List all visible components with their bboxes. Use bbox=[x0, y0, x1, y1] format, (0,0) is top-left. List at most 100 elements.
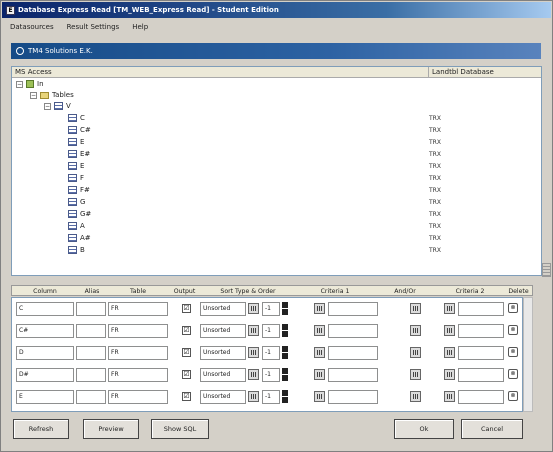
sort-builder-button[interactable] bbox=[248, 391, 259, 402]
datasource-tree[interactable]: MS Access Landtbl Database − In − Tables… bbox=[11, 66, 542, 276]
criteria1-builder-button[interactable] bbox=[314, 391, 325, 402]
output-checkbox[interactable]: ☑ bbox=[182, 370, 191, 379]
column-field[interactable]: C# bbox=[16, 324, 74, 338]
criteria2-field[interactable] bbox=[458, 302, 504, 316]
criteria2-field[interactable] bbox=[458, 324, 504, 338]
output-checkbox[interactable]: ☑ bbox=[182, 348, 191, 357]
sort-builder-button[interactable] bbox=[248, 325, 259, 336]
andor-builder-button[interactable] bbox=[410, 391, 421, 402]
criteria1-builder-button[interactable] bbox=[314, 325, 325, 336]
alias-field[interactable] bbox=[76, 302, 106, 316]
tree-item[interactable]: C# bbox=[68, 125, 91, 135]
criteria1-field[interactable] bbox=[328, 324, 378, 338]
collapse-icon[interactable]: − bbox=[30, 91, 37, 99]
tree-root-node[interactable]: − In bbox=[16, 79, 44, 89]
criteria1-builder-button[interactable] bbox=[314, 347, 325, 358]
sort-type-select[interactable]: Unsorted bbox=[200, 324, 246, 338]
delete-row-button[interactable]: ⊗ bbox=[508, 303, 518, 313]
sort-order-spinner[interactable] bbox=[282, 390, 288, 403]
sort-builder-button[interactable] bbox=[248, 303, 259, 314]
alias-field[interactable] bbox=[76, 346, 106, 360]
criteria1-field[interactable] bbox=[328, 368, 378, 382]
sort-order-field[interactable]: -1 bbox=[262, 346, 280, 360]
menu-help[interactable]: Help bbox=[129, 21, 151, 33]
sort-builder-button[interactable] bbox=[248, 369, 259, 380]
criteria2-builder-button[interactable] bbox=[444, 347, 455, 358]
sort-builder-button[interactable] bbox=[248, 347, 259, 358]
table-field[interactable]: FR bbox=[108, 302, 168, 316]
tree-item-value: TRX bbox=[429, 223, 441, 230]
criteria1-field[interactable] bbox=[328, 390, 378, 404]
output-checkbox[interactable]: ☑ bbox=[182, 304, 191, 313]
criteria2-builder-button[interactable] bbox=[444, 369, 455, 380]
cancel-button[interactable]: Cancel bbox=[461, 419, 523, 439]
sort-type-select[interactable]: Unsorted bbox=[200, 390, 246, 404]
tree-item[interactable]: F bbox=[68, 173, 84, 183]
andor-builder-button[interactable] bbox=[410, 303, 421, 314]
sort-type-select[interactable]: Unsorted bbox=[200, 346, 246, 360]
criteria2-builder-button[interactable] bbox=[444, 325, 455, 336]
menu-result-settings[interactable]: Result Settings bbox=[64, 21, 123, 33]
column-field[interactable]: D# bbox=[16, 368, 74, 382]
preview-button[interactable]: Preview bbox=[83, 419, 139, 439]
criteria2-field[interactable] bbox=[458, 368, 504, 382]
criteria2-builder-button[interactable] bbox=[444, 303, 455, 314]
criteria2-field[interactable] bbox=[458, 390, 504, 404]
tree-sub-node[interactable]: − V bbox=[44, 101, 71, 111]
tree-item[interactable]: G# bbox=[68, 209, 91, 219]
column-field[interactable]: C bbox=[16, 302, 74, 316]
delete-row-button[interactable]: ⊗ bbox=[508, 347, 518, 357]
tree-item[interactable]: F# bbox=[68, 185, 90, 195]
output-checkbox[interactable]: ☑ bbox=[182, 326, 191, 335]
alias-field[interactable] bbox=[76, 390, 106, 404]
tree-item[interactable]: E# bbox=[68, 149, 90, 159]
output-checkbox[interactable]: ☑ bbox=[182, 392, 191, 401]
tree-item[interactable]: A# bbox=[68, 233, 91, 243]
sort-type-select[interactable]: Unsorted bbox=[200, 302, 246, 316]
menu-datasources[interactable]: Datasources bbox=[7, 21, 57, 33]
table-field[interactable]: FR bbox=[108, 346, 168, 360]
andor-builder-button[interactable] bbox=[410, 369, 421, 380]
tree-item[interactable]: E bbox=[68, 137, 84, 147]
sort-order-spinner[interactable] bbox=[282, 346, 288, 359]
tree-item[interactable]: E bbox=[68, 161, 84, 171]
grid-scrollbar[interactable] bbox=[523, 297, 533, 412]
tree-item[interactable]: A bbox=[68, 221, 85, 231]
alias-field[interactable] bbox=[76, 324, 106, 338]
criteria1-builder-button[interactable] bbox=[314, 303, 325, 314]
criteria2-builder-button[interactable] bbox=[444, 391, 455, 402]
table-field[interactable]: FR bbox=[108, 368, 168, 382]
delete-row-button[interactable]: ⊗ bbox=[508, 391, 518, 401]
sort-order-spinner[interactable] bbox=[282, 302, 288, 315]
sort-order-field[interactable]: -1 bbox=[262, 368, 280, 382]
sort-order-field[interactable]: -1 bbox=[262, 324, 280, 338]
collapse-icon[interactable]: − bbox=[16, 80, 23, 88]
sort-order-field[interactable]: -1 bbox=[262, 390, 280, 404]
delete-row-button[interactable]: ⊗ bbox=[508, 325, 518, 335]
collapse-icon[interactable]: − bbox=[44, 102, 51, 110]
sort-order-spinner[interactable] bbox=[282, 324, 288, 337]
tree-item[interactable]: G bbox=[68, 197, 85, 207]
column-field[interactable]: D bbox=[16, 346, 74, 360]
sort-type-select[interactable]: Unsorted bbox=[200, 368, 246, 382]
sort-order-field[interactable]: -1 bbox=[262, 302, 280, 316]
splitter-grip[interactable] bbox=[542, 263, 551, 277]
tree-tables-node[interactable]: − Tables bbox=[30, 90, 74, 100]
andor-builder-button[interactable] bbox=[410, 325, 421, 336]
criteria1-field[interactable] bbox=[328, 346, 378, 360]
sort-order-spinner[interactable] bbox=[282, 368, 288, 381]
table-field[interactable]: FR bbox=[108, 324, 168, 338]
alias-field[interactable] bbox=[76, 368, 106, 382]
show-sql-button[interactable]: Show SQL bbox=[151, 419, 209, 439]
andor-builder-button[interactable] bbox=[410, 347, 421, 358]
table-field[interactable]: FR bbox=[108, 390, 168, 404]
criteria1-builder-button[interactable] bbox=[314, 369, 325, 380]
refresh-button[interactable]: Refresh bbox=[13, 419, 69, 439]
column-field[interactable]: E bbox=[16, 390, 74, 404]
criteria2-field[interactable] bbox=[458, 346, 504, 360]
ok-button[interactable]: Ok bbox=[394, 419, 454, 439]
tree-item[interactable]: B bbox=[68, 245, 85, 255]
criteria1-field[interactable] bbox=[328, 302, 378, 316]
tree-item[interactable]: C bbox=[68, 113, 85, 123]
delete-row-button[interactable]: ⊗ bbox=[508, 369, 518, 379]
